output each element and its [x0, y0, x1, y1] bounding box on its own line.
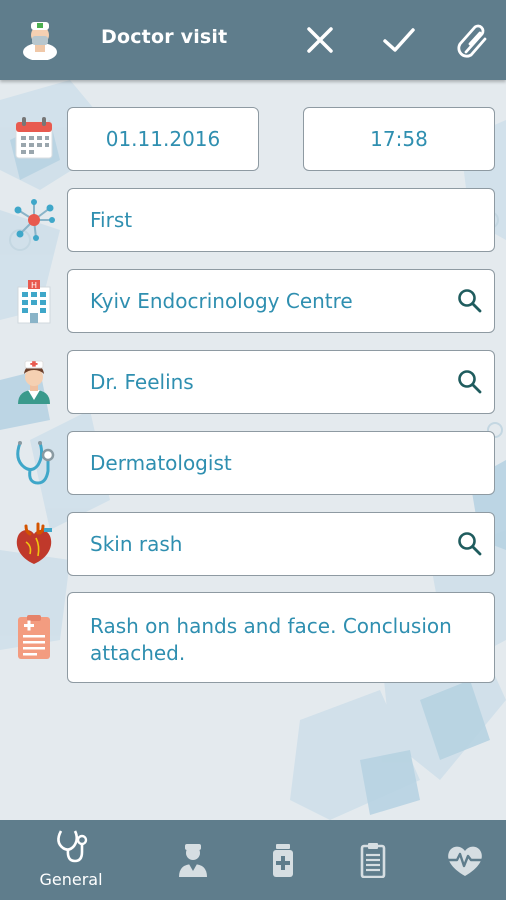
visit-type-field[interactable]: First: [67, 188, 495, 252]
app-header: Doctor visit: [0, 0, 506, 80]
doctor-avatar-icon: [20, 18, 60, 61]
search-icon: [458, 370, 482, 394]
clipboard-icon: [360, 843, 386, 878]
notes-value: Rash on hands and face. Conclusion attac…: [90, 614, 452, 665]
diagnosis-field[interactable]: Skin rash: [67, 512, 495, 576]
clinic-search-button[interactable]: [456, 287, 484, 315]
doctor-field[interactable]: Dr. Feelins: [67, 350, 495, 414]
diagnosis-search-button[interactable]: [456, 530, 484, 558]
doctor-value: Dr. Feelins: [90, 370, 194, 394]
date-value: 01.11.2016: [105, 127, 221, 151]
clinic-value: Kyiv Endocrinology Centre: [90, 289, 353, 313]
close-button[interactable]: [302, 22, 338, 58]
paperclip-icon: [457, 24, 487, 58]
tab-medications[interactable]: [262, 820, 304, 900]
close-icon: [307, 27, 333, 53]
time-field[interactable]: 17:58: [303, 107, 495, 171]
attach-button[interactable]: [454, 22, 490, 58]
specialty-value: Dermatologist: [90, 451, 232, 475]
time-value: 17:58: [370, 127, 428, 151]
search-icon: [458, 289, 482, 313]
tab-general[interactable]: General: [26, 820, 116, 900]
heart-icon: [10, 520, 58, 568]
nurse-icon: [10, 358, 58, 406]
molecule-icon: [10, 196, 58, 244]
doctor-icon: [179, 844, 207, 877]
page-title: Doctor visit: [101, 26, 228, 48]
bottom-navigation: General: [0, 820, 506, 900]
specialty-field[interactable]: Dermatologist: [67, 431, 495, 495]
notes-field[interactable]: Rash on hands and face. Conclusion attac…: [67, 592, 495, 683]
tab-general-label: General: [39, 870, 103, 889]
medical-report-icon: [10, 613, 58, 661]
heart-pulse-icon: [447, 846, 483, 876]
hospital-icon: H: [10, 277, 58, 325]
tab-doctors[interactable]: [170, 820, 216, 900]
confirm-button[interactable]: [381, 22, 417, 58]
tab-records[interactable]: [352, 820, 394, 900]
tab-health[interactable]: [440, 820, 490, 900]
calendar-icon: [10, 114, 58, 162]
svg-text:H: H: [31, 281, 37, 290]
date-field[interactable]: 01.11.2016: [67, 107, 259, 171]
search-icon: [458, 532, 482, 556]
doctor-search-button[interactable]: [456, 368, 484, 396]
stethoscope-icon: [57, 830, 88, 863]
visit-type-value: First: [90, 208, 133, 232]
medicine-bottle-icon: [273, 844, 293, 877]
clinic-field[interactable]: Kyiv Endocrinology Centre: [67, 269, 495, 333]
checkmark-icon: [383, 28, 415, 52]
stethoscope-icon: [10, 439, 58, 487]
diagnosis-value: Skin rash: [90, 532, 183, 556]
